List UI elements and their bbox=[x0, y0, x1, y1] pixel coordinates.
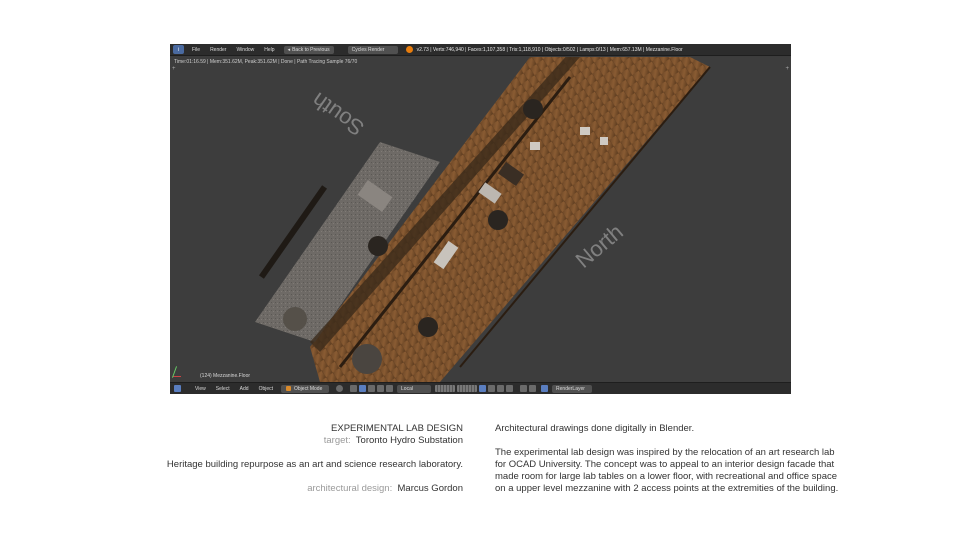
properties-toggle-icon[interactable]: + bbox=[785, 66, 789, 72]
3d-view-header: View Select Add Object Object Mode Local… bbox=[170, 382, 791, 394]
snap-element-icon[interactable] bbox=[506, 385, 514, 392]
target-label: target: bbox=[323, 435, 351, 446]
render-layer-select[interactable]: RenderLayer bbox=[552, 384, 593, 393]
menu-select[interactable]: Select bbox=[211, 386, 235, 392]
menu-object[interactable]: Object bbox=[254, 386, 278, 392]
layer-buttons-a[interactable] bbox=[435, 385, 456, 392]
active-object-label: (124) Mezzanine.Floor bbox=[200, 373, 251, 379]
translate-icon[interactable] bbox=[368, 385, 376, 392]
layer-buttons-b[interactable] bbox=[457, 385, 478, 392]
opengl-anim-icon[interactable] bbox=[529, 385, 537, 392]
render-info-text: Time:01:16.59 | Mem:351.62M, Peak:351.62… bbox=[174, 59, 358, 65]
designer-label: architectural design: bbox=[307, 483, 393, 494]
opengl-render-icon[interactable] bbox=[520, 385, 528, 392]
scale-icon[interactable] bbox=[386, 385, 394, 392]
toolshelf-toggle-icon[interactable]: + bbox=[172, 66, 176, 72]
designer-value: Marcus Gordon bbox=[397, 483, 463, 494]
editor-type-icon[interactable]: i bbox=[173, 45, 184, 54]
menu-add[interactable]: Add bbox=[235, 386, 254, 392]
blender-logo-icon bbox=[405, 46, 413, 53]
object-mode-icon bbox=[286, 386, 292, 391]
description-intro: Architectural drawings done digitally in… bbox=[495, 423, 695, 434]
north-label: North bbox=[571, 219, 628, 273]
project-title: EXPERIMENTAL LAB DESIGN bbox=[331, 423, 463, 434]
south-label: South bbox=[307, 88, 368, 141]
description-paragraph: The experimental lab design was inspired… bbox=[495, 447, 839, 494]
rotate-icon[interactable] bbox=[377, 385, 385, 392]
project-subtitle: Heritage building repurpose as an art an… bbox=[166, 459, 463, 470]
menu-window[interactable]: Window bbox=[231, 44, 259, 56]
designer-line: architectural design: Marcus Gordon bbox=[307, 483, 463, 494]
snap-icon[interactable] bbox=[497, 385, 505, 392]
menu-view[interactable]: View bbox=[190, 386, 211, 392]
3d-viewport[interactable]: South North Time:01:16.59 | Mem:351.62M,… bbox=[170, 57, 791, 382]
pivot-point-icon[interactable] bbox=[350, 385, 358, 392]
mode-select[interactable]: Object Mode bbox=[281, 384, 330, 393]
orientation-select[interactable]: Local bbox=[397, 384, 432, 393]
menu-render[interactable]: Render bbox=[205, 44, 231, 56]
scene-stats: v2.73 | Verts:746,940 | Faces:1,107,358 … bbox=[416, 46, 683, 53]
info-header: i File Render Window Help ◂ Back to Prev… bbox=[170, 44, 791, 56]
menu-file[interactable]: File bbox=[187, 44, 205, 56]
render-engine-select[interactable]: Cycles Render bbox=[347, 45, 398, 54]
axis-x-icon bbox=[173, 376, 181, 377]
target-value: Toronto Hydro Substation bbox=[355, 435, 463, 446]
render-layer-icon[interactable] bbox=[541, 385, 549, 392]
back-to-previous-button[interactable]: ◂ Back to Previous bbox=[283, 45, 334, 54]
manipulator-icon[interactable] bbox=[359, 385, 367, 392]
view3d-editor-icon[interactable] bbox=[174, 385, 181, 392]
proportional-edit-icon[interactable] bbox=[488, 385, 496, 392]
lock-camera-icon[interactable] bbox=[479, 385, 487, 392]
render-scene: South North bbox=[255, 57, 711, 382]
back-icon: ◂ bbox=[287, 46, 291, 53]
blender-window: i File Render Window Help ◂ Back to Prev… bbox=[170, 44, 791, 394]
menu-help[interactable]: Help bbox=[259, 44, 279, 56]
viewport-shading-icon[interactable] bbox=[336, 385, 344, 392]
target-line: target: Toronto Hydro Substation bbox=[324, 435, 463, 446]
